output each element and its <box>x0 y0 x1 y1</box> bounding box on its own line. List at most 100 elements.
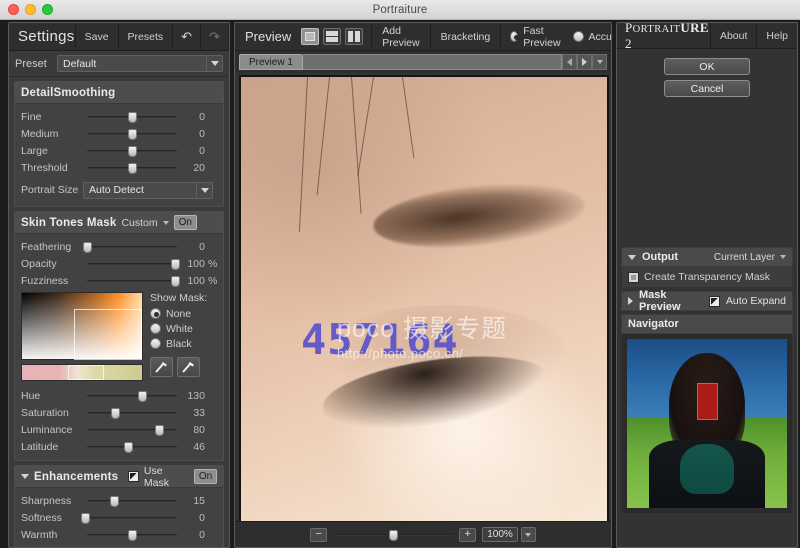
hue-slider[interactable] <box>83 387 181 404</box>
portraiture-panel: PORTRAITURE 2 About Help OK Cancel Outpu… <box>616 22 798 548</box>
presets-button[interactable]: Presets <box>117 23 173 51</box>
skin-tone-swatch-strip[interactable] <box>21 364 143 381</box>
single-view-icon[interactable] <box>301 28 320 45</box>
slider-row[interactable]: Hue 130 <box>15 387 223 404</box>
chevron-down-icon[interactable] <box>780 255 786 259</box>
accurate-label: Accurate <box>588 30 612 43</box>
minus-icon[interactable]: − <box>310 527 328 542</box>
preview-photo[interactable]: 457164 poco 摄影专题 http://photo.poco.cn/ <box>241 77 607 533</box>
luminance-slider[interactable] <box>83 421 181 438</box>
preview-image-area[interactable]: 457164 poco 摄影专题 http://photo.poco.cn/ <box>239 75 609 535</box>
slider-row[interactable]: Luminance 80 <box>15 421 223 438</box>
undo-icon[interactable]: ↶ <box>172 23 200 51</box>
triangle-down-icon[interactable] <box>628 254 636 260</box>
zoom-slider[interactable] <box>333 528 454 542</box>
skin-tones-mask-header[interactable]: Skin Tones Mask Custom On <box>15 212 223 234</box>
transparency-mask-checkbox[interactable] <box>628 271 639 283</box>
skin-tone-gradient[interactable] <box>21 292 143 360</box>
vertical-split-icon[interactable] <box>345 28 364 45</box>
add-preview-button[interactable]: Add Preview <box>371 23 429 51</box>
feathering-slider[interactable] <box>82 238 181 255</box>
about-button[interactable]: About <box>709 23 756 49</box>
show-mask-option-none[interactable]: None <box>150 306 217 321</box>
detail-smoothing-header[interactable]: DetailSmoothing <box>15 82 223 104</box>
brand-prefix: P <box>625 22 633 35</box>
plus-icon[interactable]: + <box>459 527 477 542</box>
enhancements-header[interactable]: Enhancements Use Mask On <box>15 465 223 489</box>
large-slider[interactable] <box>83 142 181 159</box>
opacity-slider[interactable] <box>83 255 181 272</box>
radio-icon[interactable] <box>150 338 161 349</box>
accurate-option[interactable]: Accurate <box>572 23 612 51</box>
fast-preview-option[interactable]: Fast Preview <box>500 23 572 51</box>
eyedropper-remove-icon[interactable] <box>177 357 200 377</box>
chevron-down-icon[interactable] <box>227 23 229 51</box>
slider-row[interactable]: Threshold 20 <box>15 159 223 176</box>
chevron-down-icon[interactable] <box>520 527 536 542</box>
slider-row[interactable]: Fuzziness 100 % <box>15 272 223 289</box>
next-arrow-icon[interactable] <box>577 54 592 70</box>
latitude-slider[interactable] <box>83 438 181 455</box>
navigator-viewport-rect[interactable] <box>697 382 719 421</box>
zoom-value[interactable]: 100% <box>482 527 518 542</box>
swatch-selection[interactable] <box>68 365 104 380</box>
bracketing-button[interactable]: Bracketing <box>429 23 501 51</box>
chevron-down-icon[interactable] <box>162 220 169 225</box>
portrait-size-select[interactable]: Auto Detect <box>83 181 213 199</box>
skin-tones-on-toggle[interactable]: On <box>173 215 197 230</box>
warmth-slider[interactable] <box>83 526 181 543</box>
radio-icon[interactable] <box>510 31 520 42</box>
chevron-down-icon[interactable] <box>206 55 223 72</box>
chevron-down-icon[interactable] <box>196 181 213 199</box>
preview-tab-1[interactable]: Preview 1 <box>239 54 303 70</box>
skin-tones-mode-select[interactable]: Custom <box>121 217 169 229</box>
triangle-right-icon[interactable] <box>628 297 633 305</box>
slider-row[interactable]: Warmth 0 <box>15 526 223 543</box>
slider-row[interactable]: Saturation 33 <box>15 404 223 421</box>
sharpness-slider[interactable] <box>83 492 181 509</box>
slider-value: 80 <box>193 423 205 436</box>
fine-slider[interactable] <box>83 108 181 125</box>
slider-row[interactable]: Fine 0 <box>15 108 223 125</box>
radio-icon[interactable] <box>150 308 161 319</box>
output-header[interactable]: Output Current Layer <box>621 247 793 267</box>
navigator-body[interactable] <box>621 334 793 514</box>
slider-row[interactable]: Sharpness 15 <box>15 492 223 509</box>
eyedropper-add-icon[interactable] <box>150 357 173 377</box>
slider-row[interactable]: Softness 0 <box>15 509 223 526</box>
enhancements-on-toggle[interactable]: On <box>194 469 217 484</box>
radio-icon[interactable] <box>150 323 161 334</box>
slider-row[interactable]: Tint 0 <box>15 543 223 548</box>
medium-slider[interactable] <box>83 125 181 142</box>
slider-row[interactable]: Medium 0 <box>15 125 223 142</box>
saturation-slider[interactable] <box>83 404 181 421</box>
slider-row[interactable]: Large 0 <box>15 142 223 159</box>
chevron-down-icon[interactable] <box>592 54 607 70</box>
slider-row[interactable]: Feathering 0 <box>15 238 223 255</box>
horizontal-split-icon[interactable] <box>323 28 342 45</box>
radio-icon[interactable] <box>572 31 584 42</box>
navigator-thumbnail[interactable] <box>627 339 787 508</box>
threshold-slider[interactable] <box>83 159 181 176</box>
ok-button[interactable]: OK <box>664 58 750 75</box>
preset-select[interactable]: Default <box>57 55 223 72</box>
slider-label: Softness <box>21 511 62 524</box>
mask-preview-header[interactable]: Mask Preview Auto Expand <box>621 289 793 313</box>
output-layer-select[interactable]: Current Layer <box>714 252 786 263</box>
show-mask-option-black[interactable]: Black <box>150 336 217 351</box>
softness-slider[interactable] <box>80 509 181 526</box>
tint-slider[interactable] <box>83 543 181 547</box>
slider-row[interactable]: Opacity 100 % <box>15 255 223 272</box>
use-mask-checkbox[interactable] <box>128 471 139 482</box>
show-mask-option-white[interactable]: White <box>150 321 217 336</box>
gradient-selection[interactable] <box>74 309 142 360</box>
auto-expand-checkbox[interactable] <box>708 295 720 307</box>
triangle-down-icon[interactable] <box>21 474 29 479</box>
prev-arrow-icon[interactable] <box>562 54 577 70</box>
redo-icon[interactable]: ↷ <box>200 23 228 51</box>
fuzziness-slider[interactable] <box>83 272 181 289</box>
cancel-button[interactable]: Cancel <box>664 80 750 97</box>
save-button[interactable]: Save <box>74 23 118 51</box>
slider-row[interactable]: Latitude 46 <box>15 438 223 455</box>
help-button[interactable]: Help <box>756 23 797 49</box>
